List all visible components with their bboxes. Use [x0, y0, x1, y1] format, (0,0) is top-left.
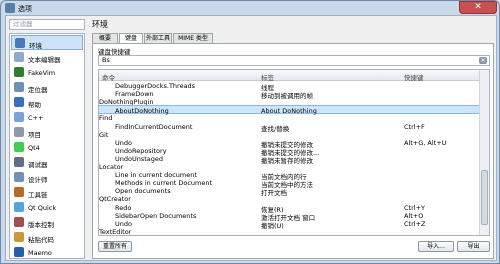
tab[interactable]: 外部工具 [144, 33, 172, 43]
designer-icon [14, 172, 24, 182]
scrollbar-thumb[interactable] [481, 170, 488, 225]
page-title: 环境 [92, 20, 108, 29]
shortcut-search-input[interactable]: Bs ✕ [98, 55, 490, 66]
maemo-icon [14, 247, 24, 257]
toolchain-icon [14, 187, 24, 197]
sidebar-item[interactable]: 定位器 [11, 80, 83, 95]
sidebar-item[interactable]: Qt4 [11, 140, 83, 155]
version-control-icon [14, 217, 24, 227]
sidebar-item[interactable]: FakeVim [11, 65, 83, 80]
dialog-body: 过滤器 环境文本编辑器 FakeVim 定位器帮助 C++ 项目 Qt4 调试器设计师工具链… [5, 15, 497, 261]
desktop-icon [15, 38, 25, 48]
sidebar-item-label: 工具链 [28, 191, 48, 199]
sidebar-item-label: 文本编辑器 [28, 56, 61, 64]
category-sidebar: 环境文本编辑器 FakeVim 定位器帮助 C++ 项目 Qt4 调试器设计师工具链 Qt Q… [9, 33, 85, 259]
sidebar-item-label: C++ [28, 114, 44, 122]
sidebar-filter-input[interactable]: 过滤器 [9, 19, 85, 30]
sidebar-item-label: 帮助 [28, 101, 41, 109]
table-header: 命令 标签 快捷键 [99, 70, 479, 82]
sidebar-item[interactable]: 设计师 [11, 170, 83, 185]
qtquick-icon [14, 202, 24, 212]
category-row[interactable]: TextEditor [99, 227, 479, 236]
sidebar-item-label: 粘贴代码 [28, 236, 54, 244]
clear-icon[interactable]: ✕ [479, 57, 487, 64]
locator-icon [14, 82, 24, 92]
vertical-scrollbar[interactable] [479, 70, 489, 235]
sidebar-item[interactable]: 环境 [11, 35, 83, 50]
sidebar-item[interactable]: 帮助 [11, 95, 83, 110]
options-window: 选项 ✕ 过滤器 环境文本编辑器 FakeVim 定位器帮助 C++ 项目 Qt4 调试器设… [0, 0, 500, 264]
import-button[interactable]: 导入... [418, 241, 454, 252]
tab[interactable]: MIME 类型 [173, 33, 213, 43]
close-button[interactable]: ✕ [459, 1, 497, 14]
sidebar-item[interactable]: C++ [11, 110, 83, 125]
app-icon [5, 3, 15, 13]
paste-code-icon [14, 232, 24, 242]
sidebar-item-label: FakeVim [28, 69, 56, 77]
reset-all-button[interactable]: 重置所有 [98, 241, 132, 252]
search-value: Bs [102, 56, 110, 64]
sidebar-item[interactable]: 项目 [11, 125, 83, 140]
sidebar-item[interactable]: 工具链 [11, 185, 83, 200]
sidebar-item[interactable]: 粘贴代码 [11, 230, 83, 245]
sidebar-item[interactable]: Maemo [11, 245, 83, 260]
sidebar-item[interactable]: Qt Quick [11, 200, 83, 215]
command-cell: TextEditor [99, 227, 132, 236]
sidebar-item-label: 调试器 [28, 161, 48, 169]
sidebar-item-label: 设计师 [28, 176, 48, 184]
sidebar-item-label: 项目 [28, 131, 41, 139]
help-icon [14, 97, 24, 107]
tab[interactable]: 概要 [92, 33, 118, 43]
keyboard-panel: 键盘快捷键 Bs ✕ 命令 标签 快捷键 DebuggerDocks.Threa… [92, 43, 494, 259]
window-title: 选项 [18, 5, 32, 13]
title-bar[interactable]: 选项 ✕ [1, 1, 499, 15]
sidebar-item-label: 版本控制 [28, 221, 54, 229]
sidebar-item-label: 定位器 [28, 86, 48, 94]
cpp-icon [14, 112, 24, 122]
shortcut-table: 命令 标签 快捷键 DebuggerDocks.Threads 线程 FrameDo… [98, 69, 490, 236]
sidebar-item[interactable]: 调试器 [11, 155, 83, 170]
sidebar-item-label: Qt Quick [28, 204, 57, 212]
fakevim-icon [14, 67, 24, 77]
sidebar-item[interactable]: 版本控制 [11, 215, 83, 230]
text-editor-icon [14, 52, 24, 62]
qt4-icon [14, 142, 24, 152]
sidebar-item-label: Qt4 [28, 144, 40, 152]
project-icon [14, 127, 24, 137]
sidebar-item-label: 环境 [29, 42, 42, 50]
export-button[interactable]: 导出 [457, 241, 490, 252]
sidebar-item-label: Maemo [28, 249, 52, 257]
sidebar-item[interactable]: 文本编辑器 [11, 50, 83, 65]
debugger-icon [14, 157, 24, 167]
